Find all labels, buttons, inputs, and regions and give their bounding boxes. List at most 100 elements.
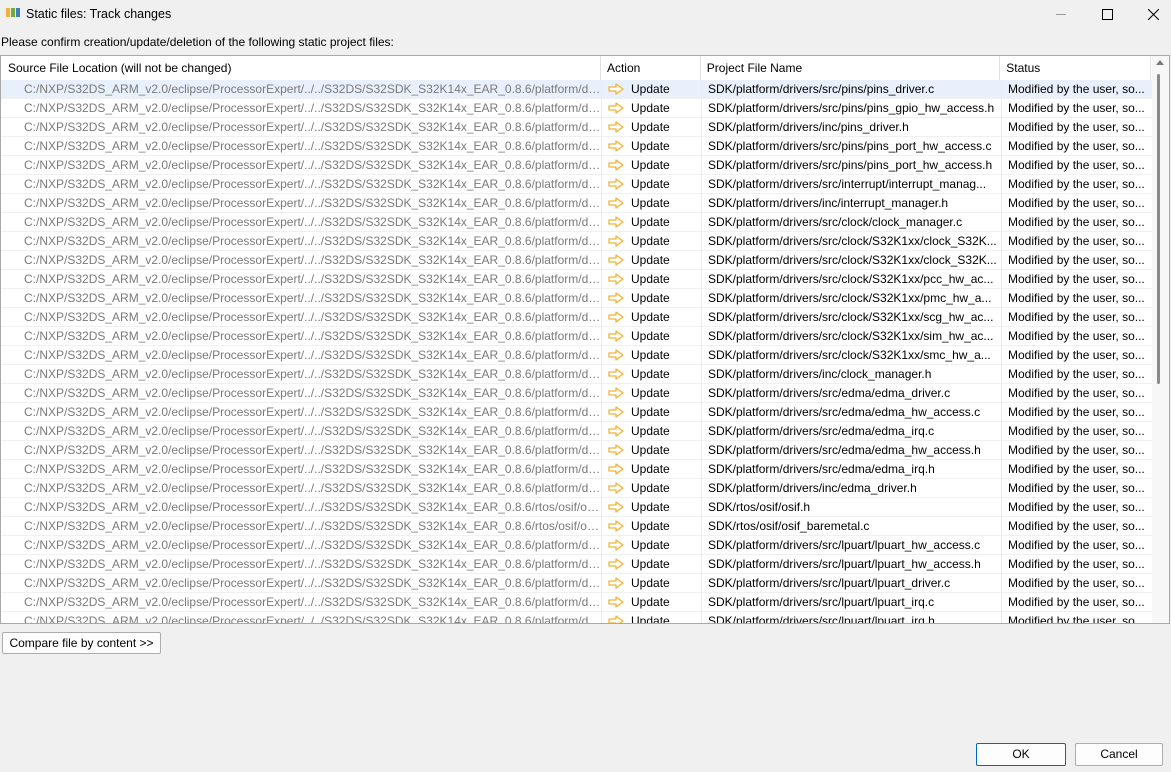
action-cell[interactable]: Update [602,232,702,251]
action-cell[interactable]: Update [602,346,702,365]
arrow-right-icon [608,102,624,114]
table-row[interactable]: C:/NXP/S32DS_ARM_v2.0/eclipse/ProcessorE… [1,270,1153,289]
action-cell[interactable]: Update [602,574,702,593]
action-label: Update [631,594,670,609]
table-row[interactable]: C:/NXP/S32DS_ARM_v2.0/eclipse/ProcessorE… [1,232,1153,251]
action-label: Update [631,290,670,305]
action-cell[interactable]: Update [602,422,702,441]
arrow-right-icon [608,254,624,266]
source-location-cell: C:/NXP/S32DS_ARM_v2.0/eclipse/ProcessorE… [1,612,602,623]
table-row[interactable]: C:/NXP/S32DS_ARM_v2.0/eclipse/ProcessorE… [1,574,1153,593]
status-cell: Modified by the user, so... [1002,498,1153,517]
status-cell: Modified by the user, so... [1002,384,1153,403]
table-row[interactable]: C:/NXP/S32DS_ARM_v2.0/eclipse/ProcessorE… [1,99,1153,118]
table-row[interactable]: C:/NXP/S32DS_ARM_v2.0/eclipse/ProcessorE… [1,137,1153,156]
status-cell: Modified by the user, so... [1002,422,1153,441]
action-cell[interactable]: Update [602,536,702,555]
table-row[interactable]: C:/NXP/S32DS_ARM_v2.0/eclipse/ProcessorE… [1,194,1153,213]
action-cell[interactable]: Update [602,555,702,574]
table-row[interactable]: C:/NXP/S32DS_ARM_v2.0/eclipse/ProcessorE… [1,498,1153,517]
ok-button[interactable]: OK [976,743,1066,766]
source-location-cell: C:/NXP/S32DS_ARM_v2.0/eclipse/ProcessorE… [1,517,602,536]
vertical-scrollbar[interactable] [1152,56,1169,623]
column-header-source[interactable]: Source File Location (will not be change… [1,56,601,80]
column-header-status[interactable]: Status [1000,56,1151,80]
table-row[interactable]: C:/NXP/S32DS_ARM_v2.0/eclipse/ProcessorE… [1,118,1153,137]
action-cell[interactable]: Update [602,327,702,346]
table-row[interactable]: C:/NXP/S32DS_ARM_v2.0/eclipse/ProcessorE… [1,289,1153,308]
action-label: Update [631,423,670,438]
action-cell[interactable]: Update [602,498,702,517]
compare-file-button[interactable]: Compare file by content >> [2,632,161,654]
action-cell[interactable]: Update [602,403,702,422]
table-row[interactable]: C:/NXP/S32DS_ARM_v2.0/eclipse/ProcessorE… [1,175,1153,194]
action-cell[interactable]: Update [602,308,702,327]
table-row[interactable]: C:/NXP/S32DS_ARM_v2.0/eclipse/ProcessorE… [1,441,1153,460]
source-location-cell: C:/NXP/S32DS_ARM_v2.0/eclipse/ProcessorE… [1,118,602,137]
action-cell[interactable]: Update [602,612,702,624]
action-label: Update [631,613,670,624]
project-file-cell: SDK/platform/drivers/inc/clock_manager.h [702,365,1002,384]
table-row[interactable]: C:/NXP/S32DS_ARM_v2.0/eclipse/ProcessorE… [1,612,1153,624]
maximize-button[interactable] [1084,0,1130,28]
column-header-project-file[interactable]: Project File Name [701,56,1001,80]
arrow-right-icon [608,197,624,209]
action-cell[interactable]: Update [602,251,702,270]
action-label: Update [631,385,670,400]
table-row[interactable]: C:/NXP/S32DS_ARM_v2.0/eclipse/ProcessorE… [1,593,1153,612]
action-cell[interactable]: Update [602,384,702,403]
action-label: Update [631,404,670,419]
scrollbar-thumb[interactable] [1157,74,1160,384]
table-row[interactable]: C:/NXP/S32DS_ARM_v2.0/eclipse/ProcessorE… [1,536,1153,555]
action-cell[interactable]: Update [602,156,702,175]
table-row[interactable]: C:/NXP/S32DS_ARM_v2.0/eclipse/ProcessorE… [1,308,1153,327]
cancel-button[interactable]: Cancel [1075,743,1163,766]
status-cell: Modified by the user, so... [1002,137,1153,156]
source-location-cell: C:/NXP/S32DS_ARM_v2.0/eclipse/ProcessorE… [1,365,602,384]
table-row[interactable]: C:/NXP/S32DS_ARM_v2.0/eclipse/ProcessorE… [1,251,1153,270]
action-label: Update [631,81,670,96]
source-location-cell: C:/NXP/S32DS_ARM_v2.0/eclipse/ProcessorE… [1,403,602,422]
action-cell[interactable]: Update [602,137,702,156]
table-row[interactable]: C:/NXP/S32DS_ARM_v2.0/eclipse/ProcessorE… [1,479,1153,498]
column-header-action[interactable]: Action [601,56,701,80]
project-file-cell: SDK/platform/drivers/src/clock/S32K1xx/c… [702,232,1002,251]
action-cell[interactable]: Update [602,479,702,498]
table-row[interactable]: C:/NXP/S32DS_ARM_v2.0/eclipse/ProcessorE… [1,517,1153,536]
action-cell[interactable]: Update [602,80,702,99]
arrow-right-icon [608,83,624,95]
table-row[interactable]: C:/NXP/S32DS_ARM_v2.0/eclipse/ProcessorE… [1,384,1153,403]
action-cell[interactable]: Update [602,593,702,612]
table-row[interactable]: C:/NXP/S32DS_ARM_v2.0/eclipse/ProcessorE… [1,555,1153,574]
table-row[interactable]: C:/NXP/S32DS_ARM_v2.0/eclipse/ProcessorE… [1,327,1153,346]
source-location-cell: C:/NXP/S32DS_ARM_v2.0/eclipse/ProcessorE… [1,574,602,593]
close-icon [1147,8,1159,20]
table-row[interactable]: C:/NXP/S32DS_ARM_v2.0/eclipse/ProcessorE… [1,422,1153,441]
arrow-right-icon [608,596,624,608]
source-location-cell: C:/NXP/S32DS_ARM_v2.0/eclipse/ProcessorE… [1,194,602,213]
action-cell[interactable]: Update [602,441,702,460]
scroll-up-icon[interactable] [1156,60,1164,65]
table-row[interactable]: C:/NXP/S32DS_ARM_v2.0/eclipse/ProcessorE… [1,80,1153,99]
arrow-right-icon [608,558,624,570]
table-row[interactable]: C:/NXP/S32DS_ARM_v2.0/eclipse/ProcessorE… [1,156,1153,175]
table-row[interactable]: C:/NXP/S32DS_ARM_v2.0/eclipse/ProcessorE… [1,213,1153,232]
table-row[interactable]: C:/NXP/S32DS_ARM_v2.0/eclipse/ProcessorE… [1,460,1153,479]
action-cell[interactable]: Update [602,213,702,232]
action-cell[interactable]: Update [602,175,702,194]
close-button[interactable] [1130,0,1171,28]
source-location-cell: C:/NXP/S32DS_ARM_v2.0/eclipse/ProcessorE… [1,99,602,118]
action-cell[interactable]: Update [602,118,702,137]
action-cell[interactable]: Update [602,194,702,213]
minimize-button[interactable] [1038,0,1084,28]
action-cell[interactable]: Update [602,270,702,289]
action-cell[interactable]: Update [602,460,702,479]
action-cell[interactable]: Update [602,517,702,536]
arrow-right-icon [608,216,624,228]
action-cell[interactable]: Update [602,99,702,118]
table-row[interactable]: C:/NXP/S32DS_ARM_v2.0/eclipse/ProcessorE… [1,346,1153,365]
action-cell[interactable]: Update [602,365,702,384]
action-cell[interactable]: Update [602,289,702,308]
table-row[interactable]: C:/NXP/S32DS_ARM_v2.0/eclipse/ProcessorE… [1,365,1153,384]
table-row[interactable]: C:/NXP/S32DS_ARM_v2.0/eclipse/ProcessorE… [1,403,1153,422]
